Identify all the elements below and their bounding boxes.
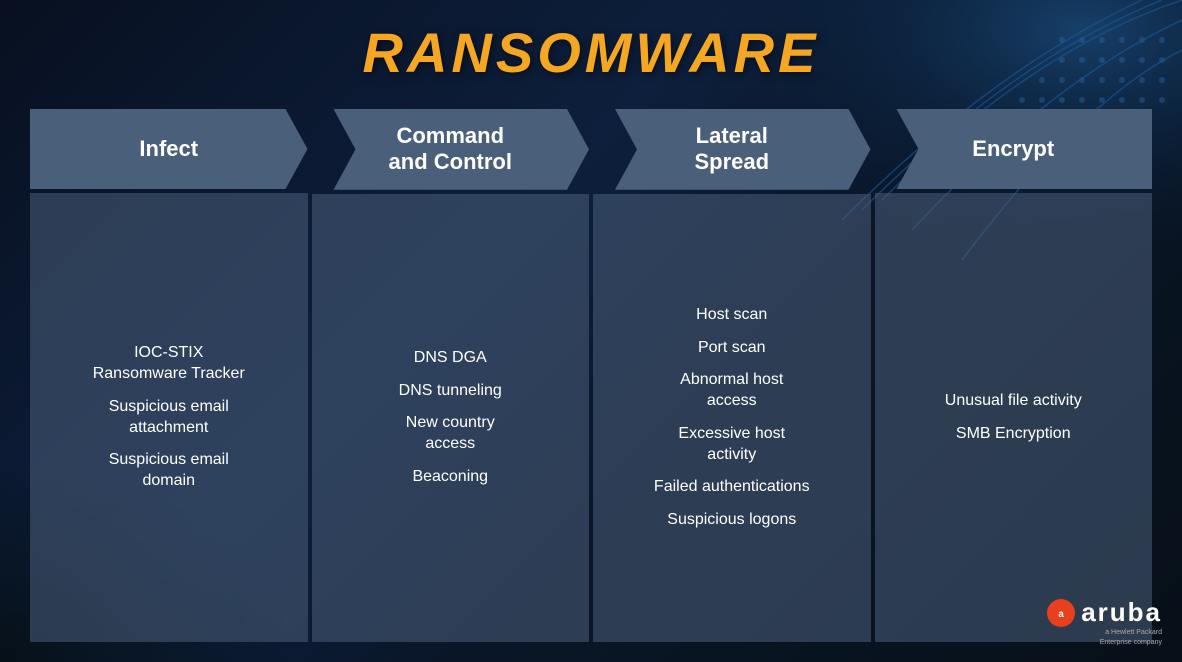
arrow-col-command-control: Command and Control DNS DGA DNS tunneling N… xyxy=(312,109,590,642)
arrow-body-item-lateral-spread-2: Abnormal host access xyxy=(680,368,783,414)
aruba-circle-icon: a xyxy=(1047,599,1075,627)
arrow-col-encrypt: Encrypt Unusual file activity SMB Encrypti… xyxy=(875,109,1153,642)
arrow-body-encrypt: Unusual file activity SMB Encryption xyxy=(875,193,1153,642)
svg-text:a: a xyxy=(1058,609,1064,620)
arrow-body-item-infect-1: Suspicious email attachment xyxy=(109,395,229,441)
arrow-body-item-lateral-spread-1: Port scan xyxy=(698,336,766,361)
arrow-header-text-command-control: Command and Control xyxy=(389,123,512,176)
arrow-body-item-command-control-2: New country access xyxy=(406,411,495,457)
arrow-body-command-control: DNS DGA DNS tunneling New country access Be… xyxy=(312,194,590,642)
arrow-body-item-infect-0: IOC-STIX Ransomware Tracker xyxy=(93,341,245,387)
arrow-body-item-lateral-spread-4: Failed authentications xyxy=(654,475,810,500)
page-title: RANSOMWARE xyxy=(363,20,820,85)
arrow-header-text-lateral-spread: Lateral Spread xyxy=(694,123,769,176)
logo-area: a aruba a Hewlett Packard Enterprise com… xyxy=(1047,597,1162,648)
arrow-header-command-control: Command and Control xyxy=(312,109,590,190)
arrow-body-item-command-control-3: Beaconing xyxy=(412,465,488,490)
arrow-header-text-infect: Infect xyxy=(139,136,198,162)
arrow-body-item-lateral-spread-3: Excessive host activity xyxy=(678,422,785,468)
arrow-body-item-encrypt-1: SMB Encryption xyxy=(956,422,1071,447)
aruba-subtext: a Hewlett Packard Enterprise company xyxy=(1100,628,1162,648)
aruba-logo: a aruba a Hewlett Packard Enterprise com… xyxy=(1047,597,1162,648)
arrow-header-text-encrypt: Encrypt xyxy=(972,136,1054,162)
arrow-col-lateral-spread: Lateral Spread Host scan Port scan Abnormal… xyxy=(593,109,871,642)
arrow-body-item-encrypt-0: Unusual file activity xyxy=(945,389,1082,414)
arrow-col-infect: Infect IOC-STIX Ransomware Tracker Suspici… xyxy=(30,109,308,642)
arrow-header-lateral-spread: Lateral Spread xyxy=(593,109,871,190)
main-content: RANSOMWARE Infect IOC-STIX Ransomware Tra… xyxy=(0,0,1182,662)
arrow-header-encrypt: Encrypt xyxy=(875,109,1153,189)
arrow-body-item-lateral-spread-0: Host scan xyxy=(696,303,767,328)
flow-container: Infect IOC-STIX Ransomware Tracker Suspici… xyxy=(30,109,1152,642)
arrow-header-infect: Infect xyxy=(30,109,308,189)
aruba-icon: a aruba xyxy=(1047,597,1162,628)
arrow-body-item-command-control-1: DNS tunneling xyxy=(399,379,502,404)
aruba-wordmark: aruba xyxy=(1081,597,1162,628)
arrow-body-item-command-control-0: DNS DGA xyxy=(414,346,487,371)
arrow-body-item-lateral-spread-5: Suspicious logons xyxy=(667,508,796,533)
arrow-body-lateral-spread: Host scan Port scan Abnormal host access Ex… xyxy=(593,194,871,642)
arrow-body-infect: IOC-STIX Ransomware Tracker Suspicious em… xyxy=(30,193,308,642)
arrow-body-item-infect-2: Suspicious email domain xyxy=(109,448,229,494)
